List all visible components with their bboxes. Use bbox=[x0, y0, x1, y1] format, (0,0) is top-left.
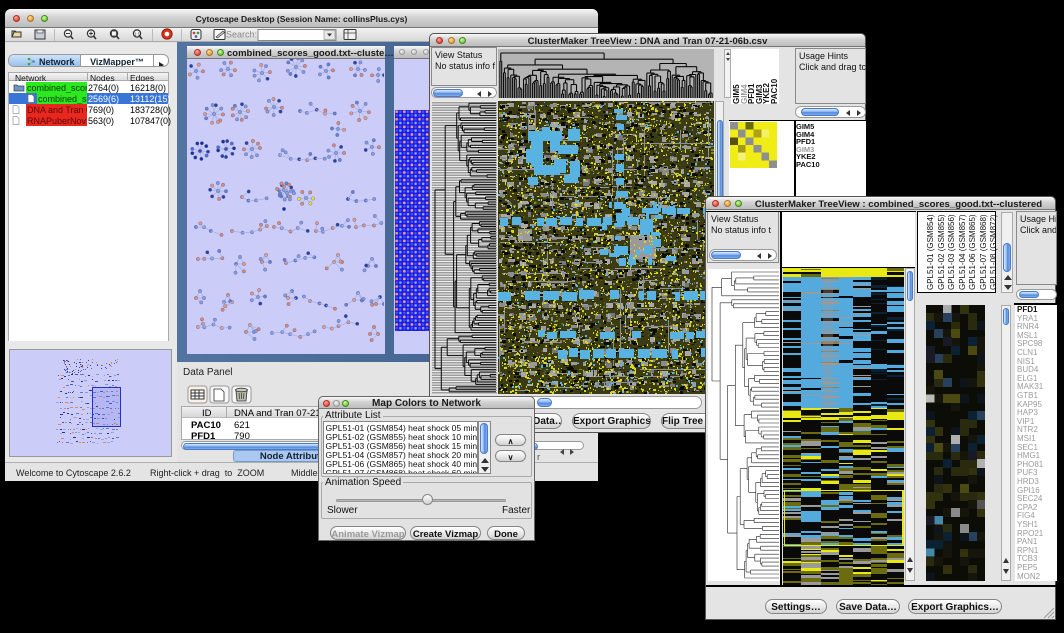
svg-text:1:1: 1:1 bbox=[134, 32, 141, 37]
svg-text:Search:: Search: bbox=[226, 30, 257, 40]
